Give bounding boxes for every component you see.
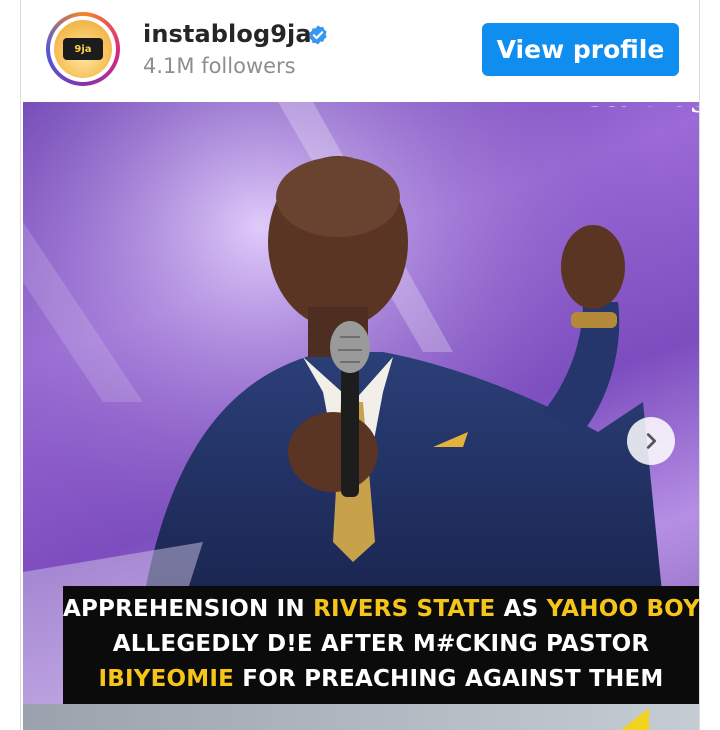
avatar: 9ja (54, 20, 112, 78)
post-card: 9ja instablog9ja 4.1M followers View pro… (20, 0, 700, 730)
chevron-right-icon (646, 433, 657, 449)
corner-accent (621, 708, 649, 730)
story-ring[interactable]: 9ja (46, 12, 120, 86)
post-image[interactable]: Instablog9ja APPREHENSION IN RIVERS STAT… (23, 102, 699, 730)
next-image-button[interactable] (627, 417, 675, 465)
svg-text:Instablog9ja: Instablog9ja (551, 106, 699, 114)
view-profile-button[interactable]: View profile (482, 23, 679, 76)
headline-line-1: APPREHENSION IN RIVERS STATE AS YAHOO BO… (63, 596, 699, 622)
headline-line-3: IBIYEOMIE FOR PREACHING AGAINST THEM (98, 666, 664, 692)
account-username[interactable]: instablog9ja (143, 20, 312, 48)
headline-banner: APPREHENSION IN RIVERS STATE AS YAHOO BO… (63, 586, 699, 704)
verified-badge-icon (309, 25, 327, 45)
followers-count: 4.1M followers (143, 54, 296, 78)
post-bottom-strip (23, 704, 699, 730)
post-header: 9ja instablog9ja 4.1M followers View pro… (21, 0, 699, 102)
avatar-logo: 9ja (63, 38, 103, 60)
headline-line-2: ALLEGEDLY D!E AFTER M#CKING PASTOR (112, 631, 650, 657)
instablog9ja-watermark: Instablog9ja (551, 106, 699, 114)
